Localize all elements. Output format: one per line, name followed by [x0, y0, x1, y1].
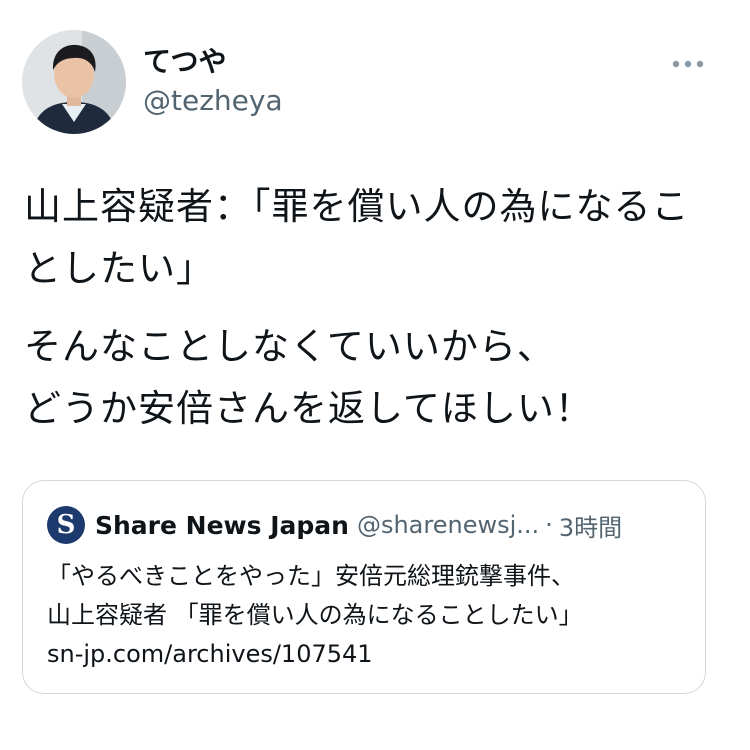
quoted-timestamp[interactable]: 3時間 [559, 508, 622, 543]
quoted-link[interactable]: sn-jp.com/archives/107541 [47, 635, 687, 674]
display-name[interactable]: てつや [143, 44, 226, 80]
separator-dot: · [545, 511, 553, 539]
more-options-button[interactable] [664, 48, 712, 80]
quoted-tweet-header: S Share News Japan @sharenewsj... · 3時間 [47, 505, 622, 545]
quoted-text-line: 「やるべきことをやった」安倍元総理銃撃事件、 [47, 562, 575, 590]
tweet-paragraph: 山上容疑者：「罪を償い人の為になることしたい」 [24, 185, 690, 290]
more-horizontal-icon [672, 60, 704, 68]
quoted-account-avatar[interactable]: S [47, 506, 85, 544]
quoted-handle[interactable]: @sharenewsj... [357, 511, 539, 539]
person-avatar-icon [22, 30, 126, 134]
user-avatar[interactable] [22, 30, 126, 134]
quoted-tweet-text: 「やるべきことをやった」安倍元総理銃撃事件、 山上容疑者 「罪を償い人の為になる… [47, 557, 687, 674]
tweet-text: 山上容疑者：「罪を償い人の為になることしたい」 そんなことしなくていいから、 ど… [24, 176, 714, 456]
quoted-text-line: 山上容疑者 「罪を償い人の為になることしたい」 [47, 601, 583, 629]
user-handle[interactable]: @tezheya [143, 84, 283, 118]
tweet: てつや @tezheya 山上容疑者：「罪を償い人の為になることしたい」 そんな… [0, 0, 750, 750]
quoted-tweet-card[interactable]: S Share News Japan @sharenewsj... · 3時間 … [22, 480, 706, 694]
quoted-display-name[interactable]: Share News Japan [95, 511, 349, 540]
tweet-paragraph: そんなことしなくていいから、 どうか安倍さんを返してほしい！ [24, 325, 593, 430]
